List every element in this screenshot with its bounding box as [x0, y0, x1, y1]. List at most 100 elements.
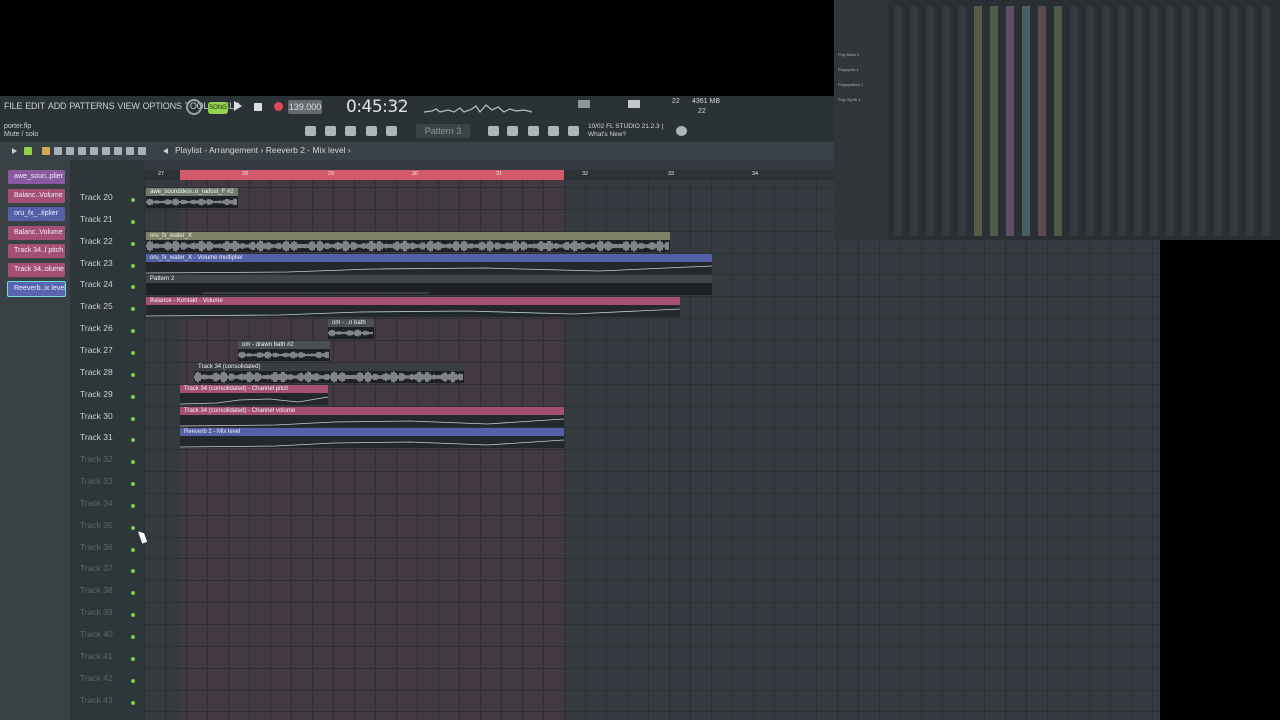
- clip-source-item[interactable]: Track 34..olume: [8, 263, 65, 277]
- track-enable-led-icon[interactable]: [131, 329, 135, 334]
- mixer-track-strip[interactable]: [942, 6, 950, 236]
- playlist-clip[interactable]: oru_fx_water_X: [146, 231, 670, 252]
- select-icon[interactable]: [114, 147, 122, 155]
- track-enable-led-icon[interactable]: [131, 591, 135, 596]
- track-enable-led-icon[interactable]: [131, 547, 135, 552]
- zoom-icon[interactable]: [126, 147, 134, 155]
- piano-roll-icon[interactable]: [305, 126, 316, 136]
- track-header[interactable]: Track 34: [70, 493, 144, 515]
- track-header[interactable]: Track 30: [70, 406, 144, 428]
- loop-region-marker[interactable]: [180, 170, 564, 180]
- track-header[interactable]: Track 23: [70, 253, 144, 275]
- track-enable-led-icon[interactable]: [131, 525, 135, 530]
- track-enable-led-icon[interactable]: [131, 700, 135, 705]
- track-enable-led-icon[interactable]: [131, 372, 135, 377]
- mixer-track-strip[interactable]: [1038, 6, 1046, 236]
- track-header[interactable]: Track 35: [70, 515, 144, 537]
- track-header[interactable]: Track 28: [70, 362, 144, 384]
- playback-icon[interactable]: [138, 147, 146, 155]
- clip-source-item[interactable]: Reeverb..ix level: [7, 280, 66, 297]
- track-enable-led-icon[interactable]: [131, 394, 135, 399]
- clip-source-item[interactable]: oru_fx_..tiplier: [8, 207, 65, 222]
- track-header[interactable]: Track 24: [70, 274, 144, 296]
- mixer-track-strip[interactable]: [1134, 6, 1142, 236]
- magnet-icon[interactable]: [24, 147, 32, 155]
- clip-source-item[interactable]: Balanc..Volume: [8, 225, 65, 240]
- playlist-clip[interactable]: Track 34 (consolidated): [194, 362, 464, 383]
- mixer-track-strip[interactable]: [1118, 6, 1126, 236]
- mixer-track-strip[interactable]: [958, 6, 966, 236]
- whats-new-link[interactable]: What's New?: [588, 131, 626, 138]
- menu-patterns[interactable]: PATTERNS: [69, 101, 114, 111]
- playlist-clip[interactable]: Pattern 2: [146, 275, 712, 296]
- mute-icon[interactable]: [66, 147, 74, 155]
- track-enable-led-icon[interactable]: [131, 307, 135, 312]
- track-enable-led-icon[interactable]: [131, 482, 135, 487]
- stop-icon[interactable]: [254, 103, 262, 111]
- clip-source-item[interactable]: awe_soun..plier: [8, 170, 65, 184]
- menu-file[interactable]: FILE: [4, 101, 22, 111]
- channel-rack-icon[interactable]: [507, 126, 518, 136]
- history-back-icon[interactable]: [162, 148, 168, 154]
- track-header[interactable]: Track 25: [70, 296, 144, 318]
- loop-record-icon[interactable]: [186, 99, 202, 115]
- playlist-clip[interactable]: awe_sounddesi..o_radost_F #2: [146, 188, 238, 208]
- mixer-track-strip[interactable]: [1230, 6, 1238, 236]
- mixer-track-strip[interactable]: [1102, 6, 1110, 236]
- mixer-track-strip[interactable]: [974, 6, 982, 236]
- track-enable-led-icon[interactable]: [131, 438, 135, 443]
- play-icon[interactable]: [12, 148, 17, 154]
- mixer-track-strip[interactable]: [1054, 6, 1062, 236]
- track-enable-led-icon[interactable]: [131, 350, 135, 355]
- clip-source-item[interactable]: Track 34..l pitch: [8, 244, 65, 259]
- mixer-icon[interactable]: [528, 126, 539, 136]
- track-header[interactable]: Track 26: [70, 318, 144, 340]
- pattern-selector[interactable]: Pattern 3: [416, 124, 470, 138]
- metronome-icon[interactable]: [386, 126, 397, 136]
- track-enable-led-icon[interactable]: [131, 241, 135, 246]
- mixer-track-strip[interactable]: [1182, 6, 1190, 236]
- track-enable-led-icon[interactable]: [131, 656, 135, 661]
- mixer-track-strip[interactable]: [894, 6, 902, 236]
- mixer-track-strip[interactable]: [1150, 6, 1158, 236]
- record-icon[interactable]: [274, 102, 283, 111]
- delete-icon[interactable]: [78, 147, 86, 155]
- arrow-right-icon[interactable]: [366, 126, 377, 136]
- playlist-clip[interactable]: Track 34 (consolidated) - Channel volume: [180, 406, 564, 427]
- track-enable-led-icon[interactable]: [131, 460, 135, 465]
- tempo-display[interactable]: 139.000: [288, 100, 322, 114]
- browser-icon[interactable]: [325, 126, 336, 136]
- track-header[interactable]: Track 36: [70, 537, 144, 559]
- mixer-track-strip[interactable]: [1198, 6, 1206, 236]
- playlist-clip[interactable]: om - ..n bath: [328, 319, 374, 340]
- track-header[interactable]: Track 32: [70, 449, 144, 471]
- track-enable-led-icon[interactable]: [131, 263, 135, 268]
- playlist-clip[interactable]: om - drawn bath #2: [238, 340, 330, 361]
- pencil-icon[interactable]: [42, 147, 50, 155]
- mixer-track-strip[interactable]: [1246, 6, 1254, 236]
- playlist-clip[interactable]: Reeverb 2 - Mix level: [180, 428, 564, 449]
- playlist-icon[interactable]: [488, 126, 499, 136]
- track-header[interactable]: Track 33: [70, 471, 144, 493]
- track-enable-led-icon[interactable]: [131, 285, 135, 290]
- track-enable-led-icon[interactable]: [131, 613, 135, 618]
- track-header[interactable]: Track 27: [70, 340, 144, 362]
- track-header[interactable]: Track 29: [70, 384, 144, 406]
- mixer-track-strip[interactable]: [1070, 6, 1078, 236]
- arrangement-grid[interactable]: 27 28 29 30 31 32 33 34 awe_sounddesi..o_radost_…: [144, 160, 1160, 720]
- brush-icon[interactable]: [54, 147, 62, 155]
- track-header[interactable]: Track 38: [70, 580, 144, 602]
- track-enable-led-icon[interactable]: [131, 635, 135, 639]
- slip-icon[interactable]: [90, 147, 98, 155]
- track-enable-led-icon[interactable]: [131, 198, 135, 202]
- mixer-track-strip[interactable]: [1262, 6, 1270, 236]
- track-enable-led-icon[interactable]: [131, 569, 135, 574]
- track-enable-led-icon[interactable]: [131, 219, 135, 224]
- track-header[interactable]: Track 42: [70, 668, 144, 690]
- tree-icon[interactable]: [568, 126, 579, 136]
- mixer-track-strip[interactable]: [1006, 6, 1014, 236]
- menu-add[interactable]: ADD: [48, 101, 67, 111]
- track-header[interactable]: Track 39: [70, 602, 144, 624]
- mixer-track-strip[interactable]: [1166, 6, 1174, 236]
- track-header[interactable]: Track 43: [70, 690, 144, 712]
